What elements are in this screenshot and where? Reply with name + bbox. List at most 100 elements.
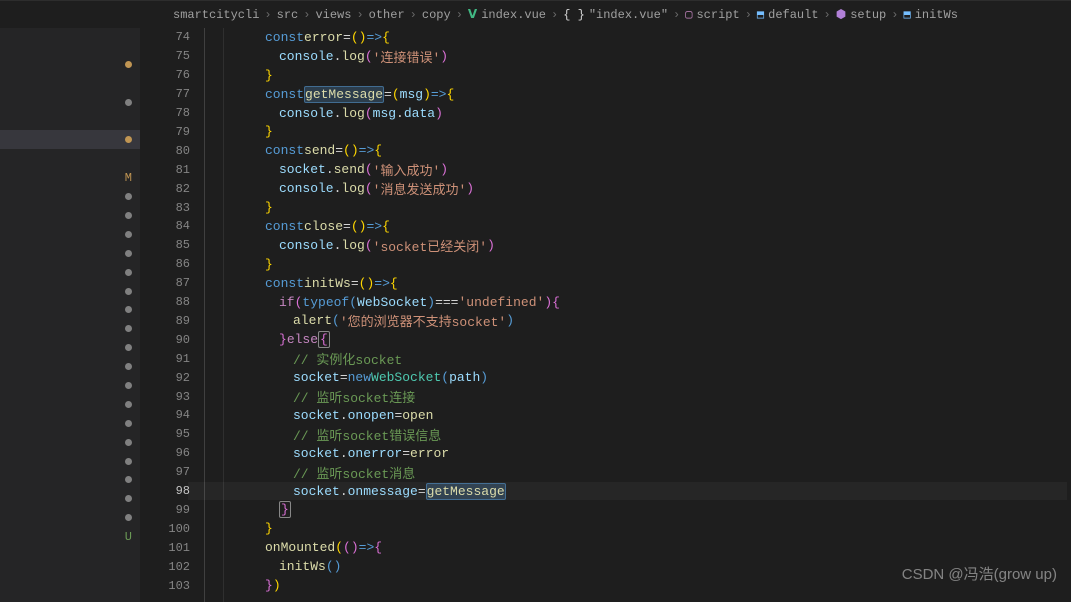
line-number[interactable]: 82: [176, 179, 190, 198]
code-line[interactable]: }): [265, 576, 281, 595]
breadcrumb-item[interactable]: { }"index.vue": [563, 8, 668, 22]
code-line[interactable]: // 监听socket连接: [293, 387, 415, 406]
explorer-row[interactable]: [0, 470, 140, 489]
code-line[interactable]: const error = () => {: [265, 28, 390, 47]
code-line[interactable]: console.log('socket已经关闭'): [279, 236, 495, 255]
breadcrumb-item[interactable]: ⬢setup: [836, 7, 887, 22]
line-number[interactable]: 87: [176, 274, 190, 293]
explorer-sidebar[interactable]: MU: [0, 28, 140, 602]
code-line[interactable]: onMounted(() => {: [265, 538, 382, 557]
explorer-row[interactable]: [0, 376, 140, 395]
code-line[interactable]: socket.onopen = open: [293, 406, 433, 425]
line-number[interactable]: 96: [176, 444, 190, 463]
line-number[interactable]: 98: [176, 482, 190, 501]
breadcrumb-item[interactable]: src: [277, 8, 299, 22]
line-number[interactable]: 92: [176, 368, 190, 387]
git-status-letter[interactable]: U: [0, 527, 140, 546]
explorer-row[interactable]: [0, 489, 140, 508]
line-number[interactable]: 89: [176, 312, 190, 331]
line-number[interactable]: 93: [176, 387, 190, 406]
line-number[interactable]: 95: [176, 425, 190, 444]
code-line[interactable]: const close = () => {: [265, 217, 390, 236]
line-number[interactable]: 79: [176, 123, 190, 142]
code-line[interactable]: }: [265, 123, 273, 142]
line-number[interactable]: 103: [168, 576, 190, 595]
line-number[interactable]: 84: [176, 217, 190, 236]
explorer-row[interactable]: [0, 93, 140, 112]
explorer-row[interactable]: [0, 282, 140, 301]
minimap[interactable]: [1067, 28, 1071, 602]
explorer-row[interactable]: [0, 452, 140, 471]
line-number[interactable]: 75: [176, 47, 190, 66]
code-line[interactable]: if (typeof (WebSocket) === 'undefined') …: [279, 293, 560, 312]
line-number[interactable]: 77: [176, 85, 190, 104]
line-number[interactable]: 78: [176, 104, 190, 123]
explorer-row[interactable]: [0, 263, 140, 282]
line-number[interactable]: 83: [176, 198, 190, 217]
explorer-row[interactable]: [0, 187, 140, 206]
explorer-row[interactable]: [0, 395, 140, 414]
line-number[interactable]: 99: [176, 501, 190, 520]
explorer-row[interactable]: [0, 130, 140, 149]
breadcrumb-item[interactable]: other: [369, 8, 405, 22]
code-line[interactable]: console.log('连接错误'): [279, 47, 448, 66]
code-line[interactable]: console.log(msg.data): [279, 104, 443, 123]
code-line[interactable]: } else {: [279, 330, 330, 349]
code-line[interactable]: // 实例化socket: [293, 349, 402, 368]
breadcrumb[interactable]: smartcitycli›src›views›other›copy›𝗩index…: [0, 0, 1071, 28]
line-number[interactable]: 86: [176, 255, 190, 274]
explorer-row[interactable]: [0, 338, 140, 357]
code-line[interactable]: }: [265, 66, 273, 85]
code-line[interactable]: socket.send('输入成功'): [279, 160, 448, 179]
breadcrumb-item[interactable]: ⬒initWs: [903, 7, 957, 22]
line-number[interactable]: 88: [176, 293, 190, 312]
breadcrumb-item[interactable]: smartcitycli: [173, 8, 259, 22]
breadcrumb-item[interactable]: ▢script: [685, 7, 739, 22]
modified-dot-icon: [125, 99, 132, 106]
explorer-row[interactable]: [0, 206, 140, 225]
line-number[interactable]: 90: [176, 330, 190, 349]
explorer-row[interactable]: [0, 300, 140, 319]
code-line[interactable]: }: [265, 255, 273, 274]
line-number[interactable]: 101: [168, 538, 190, 557]
git-status-letter[interactable]: M: [0, 168, 140, 187]
line-number[interactable]: 100: [168, 519, 190, 538]
code-line[interactable]: }: [265, 519, 273, 538]
code-line[interactable]: const send = () => {: [265, 141, 382, 160]
breadcrumb-item[interactable]: copy: [422, 8, 451, 22]
line-number[interactable]: 102: [168, 557, 190, 576]
explorer-row[interactable]: [0, 55, 140, 74]
line-number[interactable]: 85: [176, 236, 190, 255]
explorer-row[interactable]: [0, 414, 140, 433]
code-line[interactable]: }: [265, 198, 273, 217]
code-line[interactable]: const initWs = () => {: [265, 274, 398, 293]
explorer-row[interactable]: [0, 319, 140, 338]
line-number[interactable]: 91: [176, 349, 190, 368]
code-line[interactable]: initWs(): [279, 557, 341, 576]
explorer-row[interactable]: [0, 244, 140, 263]
code-line[interactable]: const getMessage = (msg) => {: [265, 85, 454, 104]
modified-dot-icon: [125, 495, 132, 502]
code-line[interactable]: }: [279, 501, 291, 520]
code-line[interactable]: // 监听socket消息: [293, 463, 415, 482]
code-line[interactable]: alert('您的浏览器不支持socket'): [293, 312, 514, 331]
line-number[interactable]: 74: [176, 28, 190, 47]
line-number[interactable]: 94: [176, 406, 190, 425]
line-number[interactable]: 76: [176, 66, 190, 85]
code-line[interactable]: socket.onerror = error: [293, 444, 449, 463]
code-line[interactable]: socket.onmessage = getMessage: [293, 482, 506, 501]
code-line[interactable]: console.log('消息发送成功'): [279, 179, 474, 198]
line-number[interactable]: 81: [176, 160, 190, 179]
code-editor[interactable]: const error = () => {console.log('连接错误')…: [204, 28, 1067, 602]
code-line[interactable]: // 监听socket错误信息: [293, 425, 441, 444]
breadcrumb-item[interactable]: ⬒default: [757, 7, 819, 22]
explorer-row[interactable]: [0, 357, 140, 376]
explorer-row[interactable]: [0, 225, 140, 244]
line-number[interactable]: 80: [176, 141, 190, 160]
explorer-row[interactable]: [0, 508, 140, 527]
explorer-row[interactable]: [0, 433, 140, 452]
code-line[interactable]: socket = new WebSocket(path): [293, 368, 488, 387]
breadcrumb-item[interactable]: 𝗩index.vue: [468, 7, 546, 22]
line-number[interactable]: 97: [176, 463, 190, 482]
breadcrumb-item[interactable]: views: [315, 8, 351, 22]
